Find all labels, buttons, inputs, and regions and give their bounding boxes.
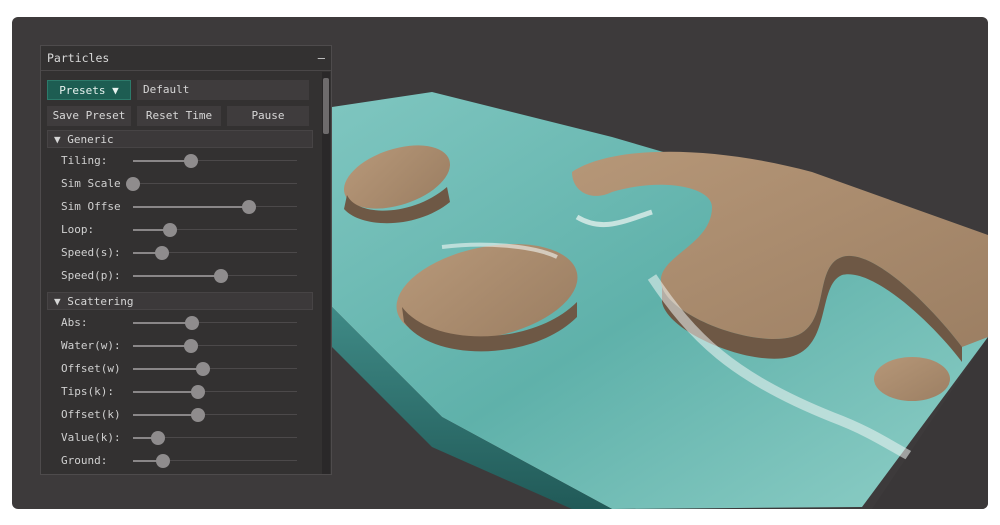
app-viewport: Particles – Presets ▼ Default Save Prese… <box>12 17 988 509</box>
slider-knob[interactable] <box>185 316 200 330</box>
slider-track-rest <box>221 275 297 276</box>
slider[interactable] <box>133 269 297 283</box>
slider[interactable] <box>133 362 297 376</box>
slider-track-rest <box>190 160 297 161</box>
preset-name-field[interactable]: Default <box>137 80 309 100</box>
slider-knob[interactable] <box>126 177 140 191</box>
slider-knob[interactable] <box>241 200 256 214</box>
slider[interactable] <box>133 454 297 468</box>
pause-button[interactable]: Pause <box>227 106 309 126</box>
slider-fill <box>133 160 191 162</box>
slider-track-rest <box>161 252 297 253</box>
slider-label: Value(k): <box>61 431 121 444</box>
slider-knob[interactable] <box>163 223 178 237</box>
slider-label: Tiling: <box>61 154 108 167</box>
slider-fill <box>133 275 222 277</box>
chevron-down-icon: ▼ <box>112 84 119 97</box>
reset-time-button[interactable]: Reset Time <box>137 106 221 126</box>
slider-label: Offset(w) <box>61 362 121 375</box>
slider-track-rest <box>157 437 297 438</box>
slider-label: Sim Offse <box>61 200 121 213</box>
slider-label: Water(w): <box>61 339 121 352</box>
slider[interactable] <box>126 177 297 191</box>
sand-island-small <box>874 357 950 401</box>
slider[interactable] <box>133 154 297 168</box>
slider-fill <box>133 322 193 324</box>
slider-label: Speed(s): <box>61 246 121 259</box>
slider-knob[interactable] <box>190 385 205 399</box>
slider[interactable] <box>133 339 297 353</box>
slider[interactable] <box>133 223 297 237</box>
slider-knob[interactable] <box>154 246 169 260</box>
slider-track-rest <box>133 183 297 184</box>
slider[interactable] <box>133 431 297 445</box>
presets-dropdown-button[interactable]: Presets ▼ <box>47 80 131 100</box>
slider-fill <box>133 368 204 370</box>
slider-track-rest <box>163 460 297 461</box>
slider-knob[interactable] <box>183 339 198 353</box>
slider-label: Speed(p): <box>61 269 121 282</box>
slider-knob[interactable] <box>190 408 205 422</box>
slider-fill <box>133 414 198 416</box>
slider-fill <box>133 206 249 208</box>
slider-track-rest <box>192 322 297 323</box>
collapse-icon[interactable]: – <box>318 46 325 70</box>
slider-knob[interactable] <box>214 269 229 283</box>
slider[interactable] <box>133 246 297 260</box>
slider-knob[interactable] <box>150 431 165 445</box>
slider-track-rest <box>197 391 297 392</box>
slider-label: Offset(k) <box>61 408 121 421</box>
slider[interactable] <box>133 200 297 214</box>
slider[interactable] <box>133 408 297 422</box>
slider-fill <box>133 345 191 347</box>
section-header-generic[interactable]: ▼ Generic <box>47 130 313 148</box>
slider-track-rest <box>248 206 297 207</box>
slider-fill <box>133 391 198 393</box>
particles-panel: Particles – Presets ▼ Default Save Prese… <box>40 45 332 475</box>
save-preset-button[interactable]: Save Preset <box>47 106 131 126</box>
slider-knob[interactable] <box>156 454 171 468</box>
scrollbar[interactable] <box>322 72 330 474</box>
panel-title-bar: Particles – <box>41 46 331 71</box>
slider-label: Ground: <box>61 454 108 467</box>
slider-track-rest <box>203 368 297 369</box>
slider-track-rest <box>197 414 297 415</box>
slider-label: Tips(k): <box>61 385 114 398</box>
slider-knob[interactable] <box>196 362 211 376</box>
slider[interactable] <box>133 385 297 399</box>
slider-knob[interactable] <box>183 154 198 168</box>
slider-label: Abs: <box>61 316 88 329</box>
slider[interactable] <box>133 316 297 330</box>
panel-title: Particles <box>47 51 110 65</box>
scrollbar-thumb[interactable] <box>323 78 329 134</box>
section-header-scattering[interactable]: ▼ Scattering <box>47 292 313 310</box>
slider-track-rest <box>170 229 297 230</box>
slider-track-rest <box>190 345 297 346</box>
slider-label: Loop: <box>61 223 95 236</box>
presets-label: Presets <box>59 84 106 97</box>
